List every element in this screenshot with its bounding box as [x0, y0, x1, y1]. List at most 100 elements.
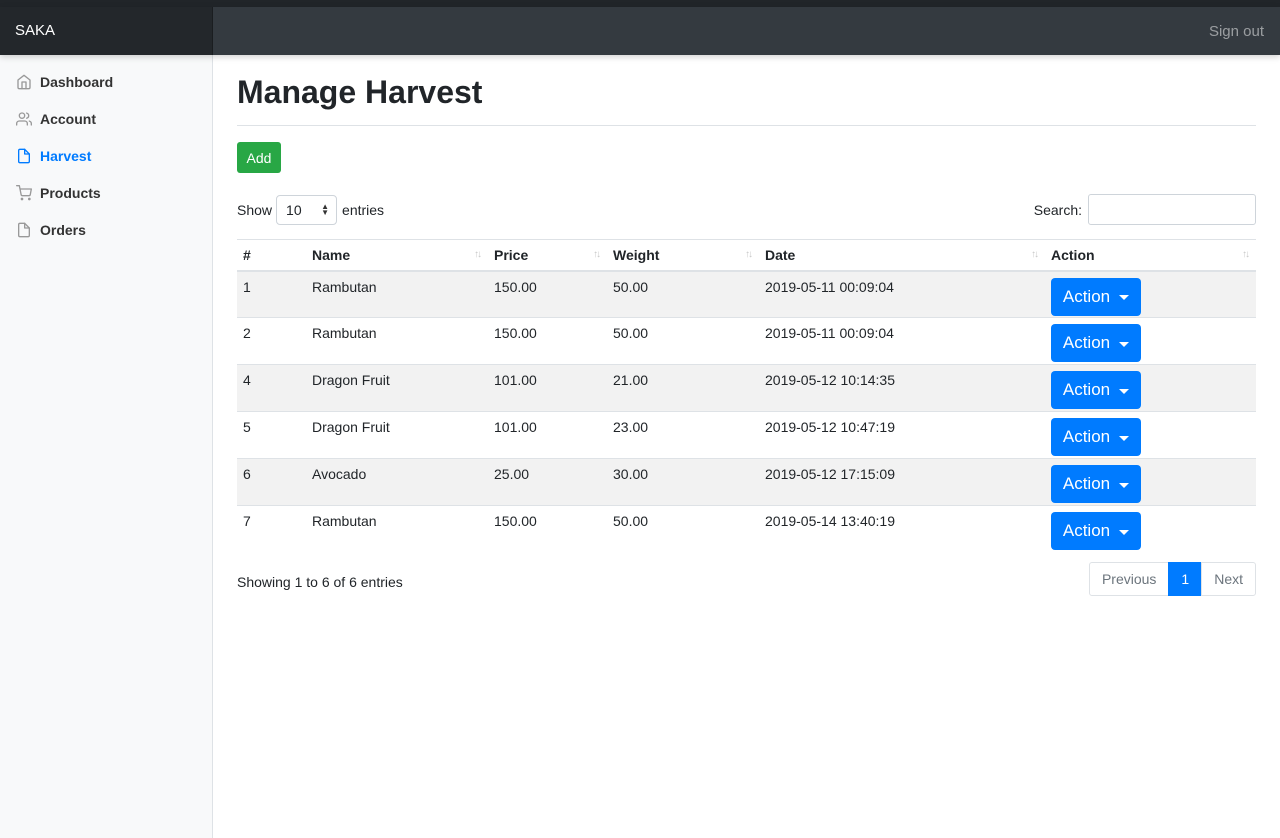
- pagination-next[interactable]: Next: [1201, 562, 1256, 596]
- cell-price: 101.00: [488, 364, 607, 412]
- sidebar-item-dashboard[interactable]: Dashboard: [0, 63, 212, 100]
- action-dropdown-button[interactable]: Action: [1051, 324, 1141, 362]
- sidebar-item-account[interactable]: Account: [0, 100, 212, 137]
- cell-action: Action: [1045, 411, 1256, 459]
- harvest-table: # Name ↑↓ Price ↑↓ Weight ↑↓ Date ↑↓ Action ↑…: [237, 239, 1256, 553]
- table-row: 7 Rambutan 150.00 50.00 2019-05-14 13:40…: [237, 505, 1256, 553]
- sidebar: Dashboard Account Harvest Products Order…: [0, 55, 213, 838]
- action-dropdown-button[interactable]: Action: [1051, 277, 1141, 316]
- cell-date: 2019-05-12 10:14:35: [759, 364, 1045, 412]
- select-arrows-icon: ▲ ▼: [321, 201, 330, 217]
- table-row: 4 Dragon Fruit 101.00 21.00 2019-05-12 1…: [237, 364, 1256, 412]
- entries-select[interactable]: 10 ▲ ▼: [276, 194, 338, 225]
- cell-name: Avocado: [306, 458, 488, 506]
- cell-action: Action: [1045, 270, 1256, 318]
- entries-length-control: Show 10 ▲ ▼ entries: [237, 194, 384, 225]
- cell-date: 2019-05-14 13:40:19: [759, 505, 1045, 553]
- sidebar-item-label: Harvest: [40, 147, 92, 164]
- cell-number: 6: [237, 458, 306, 506]
- sort-icon: ↑↓: [474, 249, 482, 260]
- caret-down-icon: [1119, 341, 1130, 347]
- cell-date: 2019-05-12 10:47:19: [759, 411, 1045, 459]
- action-dropdown-button[interactable]: Action: [1051, 418, 1141, 456]
- caret-down-icon: [1119, 482, 1130, 488]
- table-row: 2 Rambutan 150.00 50.00 2019-05-11 00:09…: [237, 317, 1256, 365]
- pagination-page-1[interactable]: 1: [1168, 562, 1203, 596]
- column-header-date[interactable]: Date ↑↓: [759, 239, 1045, 272]
- action-dropdown-button[interactable]: Action: [1051, 465, 1141, 503]
- sidebar-item-harvest[interactable]: Harvest: [0, 137, 212, 174]
- cell-weight: 21.00: [607, 364, 759, 412]
- sidebar-item-orders[interactable]: Orders: [0, 211, 212, 248]
- cell-price: 25.00: [488, 458, 607, 506]
- cell-weight: 50.00: [607, 505, 759, 553]
- cell-action: Action: [1045, 317, 1256, 365]
- column-header-weight[interactable]: Weight ↑↓: [607, 239, 759, 272]
- users-icon: [16, 111, 32, 126]
- cell-price: 101.00: [488, 411, 607, 459]
- column-header-name[interactable]: Name ↑↓: [306, 239, 488, 272]
- cell-price: 150.00: [488, 317, 607, 365]
- pagination: Previous 1 Next: [1088, 562, 1256, 596]
- column-header-action[interactable]: Action ↑↓: [1045, 239, 1256, 272]
- cell-weight: 30.00: [607, 458, 759, 506]
- cell-name: Dragon Fruit: [306, 364, 488, 412]
- entries-select-value: 10: [286, 201, 302, 218]
- cell-number: 1: [237, 270, 306, 318]
- sort-icon: ↑↓: [1031, 249, 1039, 260]
- window-top-strip: [0, 0, 1280, 7]
- action-dropdown-button[interactable]: Action: [1051, 371, 1141, 409]
- search-input[interactable]: [1088, 194, 1256, 225]
- cell-number: 7: [237, 505, 306, 553]
- column-header-number[interactable]: #: [237, 239, 306, 272]
- cell-number: 2: [237, 317, 306, 365]
- add-button[interactable]: Add: [237, 142, 281, 173]
- sign-out-link[interactable]: Sign out: [1209, 7, 1264, 57]
- caret-down-icon: [1119, 529, 1130, 535]
- cell-name: Rambutan: [306, 270, 488, 318]
- search-control: Search:: [1034, 194, 1256, 225]
- cell-price: 150.00: [488, 270, 607, 318]
- brand-logo[interactable]: SAKA: [0, 7, 213, 55]
- column-header-price[interactable]: Price ↑↓: [488, 239, 607, 272]
- cell-name: Dragon Fruit: [306, 411, 488, 459]
- sidebar-item-label: Account: [40, 110, 96, 127]
- sidebar-item-products[interactable]: Products: [0, 174, 212, 211]
- sort-icon: ↑↓: [745, 249, 753, 260]
- entries-label: entries: [342, 201, 385, 218]
- pagination-previous[interactable]: Previous: [1088, 562, 1170, 596]
- cell-number: 5: [237, 411, 306, 459]
- cell-weight: 50.00: [607, 317, 759, 365]
- cell-weight: 23.00: [607, 411, 759, 459]
- sidebar-item-label: Dashboard: [40, 73, 114, 90]
- caret-down-icon: [1119, 388, 1130, 394]
- shopping-cart-icon: [16, 184, 32, 200]
- caret-down-icon: [1119, 435, 1130, 441]
- home-icon: [17, 74, 31, 89]
- cell-date: 2019-05-12 17:15:09: [759, 458, 1045, 506]
- search-label: Search:: [1033, 201, 1082, 218]
- top-navbar: SAKA Sign out: [0, 7, 1280, 55]
- cell-name: Rambutan: [306, 317, 488, 365]
- sort-icon: ↑↓: [593, 249, 601, 260]
- cell-action: Action: [1045, 364, 1256, 412]
- cell-weight: 50.00: [607, 270, 759, 318]
- table-row: 6 Avocado 25.00 30.00 2019-05-12 17:15:0…: [237, 458, 1256, 506]
- cell-name: Rambutan: [306, 505, 488, 553]
- table-row: 1 Rambutan 150.00 50.00 2019-05-11 00:09…: [237, 270, 1256, 318]
- action-dropdown-button[interactable]: Action: [1051, 512, 1141, 550]
- page-title: Manage Harvest: [237, 74, 483, 110]
- title-divider: [237, 125, 1256, 126]
- sidebar-item-label: Orders: [40, 221, 86, 238]
- show-label: Show: [237, 201, 273, 218]
- cell-action: Action: [1045, 505, 1256, 553]
- table-row: 5 Dragon Fruit 101.00 23.00 2019-05-12 1…: [237, 411, 1256, 459]
- cell-number: 4: [237, 364, 306, 412]
- cell-date: 2019-05-11 00:09:04: [759, 317, 1045, 365]
- cell-date: 2019-05-11 00:09:04: [759, 270, 1045, 318]
- table-info-text: Showing 1 to 6 of 6 entries: [237, 574, 403, 590]
- caret-down-icon: [1119, 295, 1130, 300]
- table-header-row: # Name ↑↓ Price ↑↓ Weight ↑↓ Date ↑↓ Action ↑…: [237, 239, 1256, 272]
- file-icon: [18, 222, 30, 237]
- cell-price: 150.00: [488, 505, 607, 553]
